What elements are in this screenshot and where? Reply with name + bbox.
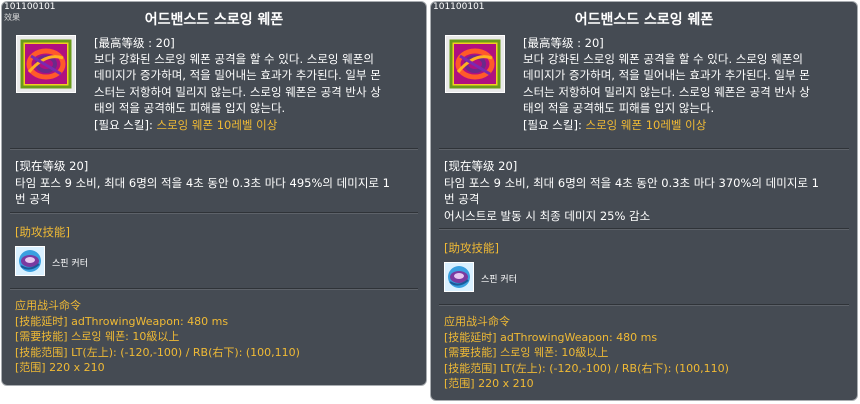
required-skill-value: 스로잉 웨폰 10레벨 이상: [585, 118, 707, 133]
combat-value: adThrowingWeapon: 480 ms: [496, 330, 658, 344]
required-skill-label: [필요 스킬]:: [523, 118, 586, 133]
divider: [10, 212, 418, 214]
skill-description: [最高等级 : 20] 보다 강화된 스로잉 웨폰 공격을 할 수 있다. 스로…: [523, 35, 848, 133]
description-line: 스터는 저항하여 밀리지 않는다. 스로잉 웨폰은 공격 반사 상: [94, 84, 381, 99]
combat-line: [需要技能] 스로잉 웨폰: 10級以上: [444, 345, 729, 361]
assist-skill-label: [助攻技能]: [444, 241, 499, 255]
description-line: 태의 적을 공격해도 피해를 입지 않는다.: [523, 100, 715, 115]
description-line: 스터는 저항하여 밀리지 않는다. 스로잉 웨폰은 공격 반사 상: [523, 84, 810, 99]
skill-description: [最高等级 : 20] 보다 강화된 스로잉 웨폰 공격을 할 수 있다. 스로…: [94, 35, 419, 133]
current-level-block: [现在等级 20] 타임 포스 9 소비, 최대 6명의 적을 4초 동안 0.…: [15, 158, 415, 208]
max-level: [最高等级 : 20]: [94, 36, 175, 50]
description-line: 데미지가 증가하며, 적을 밀어내는 효과가 추가된다. 일부 몬: [523, 68, 810, 83]
throwing-weapon-icon: [20, 39, 72, 89]
assist-skill-icon: [444, 262, 474, 292]
skill-icon: [445, 35, 505, 93]
combat-key: [技能延时]: [15, 314, 68, 328]
skill-tooltip-panel-right: 101100101 어드밴스드 스로잉 웨폰 [最高等级 : 20] 보다 강화…: [430, 1, 858, 401]
skill-icon: [16, 35, 76, 93]
combat-value: 220 x 210: [45, 361, 105, 374]
current-level-block: [现在等级 20] 타임 포스 9 소비, 최대 6명의 적을 4초 동안 0.…: [444, 158, 844, 224]
required-skill-value: 스로잉 웨폰 10레벨 이상: [156, 118, 278, 133]
combat-key: [需要技能]: [15, 330, 68, 343]
combat-line: [范围] 220 x 210: [444, 376, 729, 392]
assist-skill-name: 스핀 커터: [52, 259, 88, 269]
description-line: 보다 강화된 스로잉 웨폰 공격을 할 수 있다. 스로잉 웨폰의: [523, 52, 803, 67]
combat-commands: 应用战斗命令 [技能延时] adThrowingWeapon: 480 ms […: [15, 298, 300, 376]
spin-cutter-icon: [19, 250, 41, 272]
description-line: 데미지가 증가하며, 적을 밀어내는 효과가 추가된다. 일부 몬: [94, 68, 381, 83]
combat-key: [范围]: [444, 377, 475, 390]
description-line: 보다 강화된 스로잉 웨폰 공격을 할 수 있다. 스로잉 웨폰의: [94, 52, 374, 67]
combat-line: [技能范围] LT(左上): (-120,-100) / RB(右下): (10…: [15, 345, 300, 361]
combat-value: adThrowingWeapon: 480 ms: [67, 314, 229, 328]
spin-cutter-icon: [448, 266, 470, 288]
throwing-weapon-icon: [449, 39, 501, 89]
divider: [10, 288, 418, 290]
divider: [439, 228, 849, 230]
assist-skill-name: 스핀 커터: [481, 275, 517, 285]
level-effect-line: 번 공격: [444, 192, 480, 206]
combat-key: [范围]: [15, 361, 46, 374]
level-effect-line: 번 공격: [15, 192, 51, 206]
combat-value: LT(左上): (-120,-100) / RB(右下): (100,110): [496, 361, 729, 375]
combat-title: 应用战斗命令: [444, 315, 510, 328]
level-effect-line: 타임 포스 9 소비, 최대 6명의 적을 4초 동안 0.3초 마다 370%…: [444, 175, 819, 190]
divider: [439, 148, 849, 150]
combat-value: 스로잉 웨폰: 10級以上: [67, 330, 180, 343]
divider: [439, 304, 849, 306]
level-effect-line: 어시스트로 발동 시 최종 데미지 25% 감소: [444, 208, 651, 223]
combat-line: [范围] 220 x 210: [15, 360, 300, 376]
combat-key: [技能范围]: [15, 345, 68, 359]
combat-key: [需要技能]: [444, 346, 497, 359]
combat-line: [技能延时] adThrowingWeapon: 480 ms: [15, 314, 300, 330]
required-skill: [필요 스킬]: 스로잉 웨폰 10레벨 이상: [94, 117, 419, 133]
combat-value: LT(左上): (-120,-100) / RB(右下): (100,110): [67, 345, 300, 359]
skill-title: 어드밴스드 스로잉 웨폰: [144, 12, 284, 28]
assist-skill-label: [助攻技能]: [15, 225, 70, 239]
combat-line: [技能延时] adThrowingWeapon: 480 ms: [444, 330, 729, 346]
skill-title: 어드밴스드 스로잉 웨폰: [574, 12, 714, 28]
combat-line: [技能范围] LT(左上): (-120,-100) / RB(右下): (10…: [444, 361, 729, 377]
combat-value: 스로잉 웨폰: 10級以上: [496, 346, 609, 359]
combat-key: [技能延时]: [444, 330, 497, 344]
combat-title: 应用战斗命令: [15, 299, 81, 312]
current-level: [现在等级 20]: [15, 159, 89, 173]
combat-value: 220 x 210: [474, 377, 534, 390]
skill-tooltip-panel-left: 101100101 效果 어드밴스드 스로잉 웨폰 [最高等级 : 20] 보다…: [1, 1, 427, 386]
current-level: [现在等级 20]: [444, 159, 518, 173]
assist-skill-icon: [15, 246, 45, 276]
required-skill: [필요 스킬]: 스로잉 웨폰 10레벨 이상: [523, 117, 848, 133]
combat-line: [需要技能] 스로잉 웨폰: 10級以上: [15, 329, 300, 345]
max-level: [最高等级 : 20]: [523, 36, 604, 50]
level-effect-line: 타임 포스 9 소비, 최대 6명의 적을 4초 동안 0.3초 마다 495%…: [15, 175, 390, 190]
combat-key: [技能范围]: [444, 361, 497, 375]
divider: [10, 148, 418, 150]
combat-commands: 应用战斗命令 [技能延时] adThrowingWeapon: 480 ms […: [444, 314, 729, 392]
required-skill-label: [필요 스킬]:: [94, 118, 157, 133]
description-line: 태의 적을 공격해도 피해를 입지 않는다.: [94, 100, 286, 115]
